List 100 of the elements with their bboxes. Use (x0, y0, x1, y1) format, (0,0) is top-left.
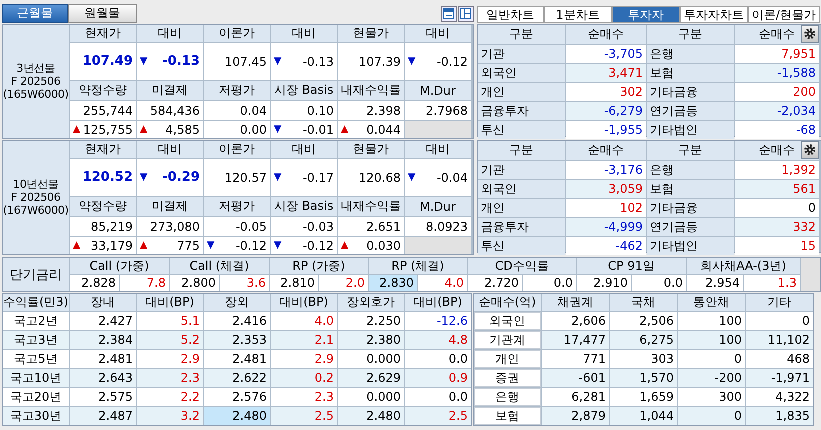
row-label: 은행 (474, 388, 541, 406)
table-cell: 0.030 (366, 238, 401, 252)
row-label: 국고3년 (3, 331, 69, 349)
table-cell: 2.800 (170, 275, 219, 291)
settings-button[interactable] (801, 141, 819, 159)
window-icon[interactable] (441, 6, 457, 22)
tab[interactable]: 근월물 (2, 4, 68, 23)
table-cell: 2.651 (338, 217, 404, 236)
table-cell: 0.000 (338, 388, 404, 406)
settings-button[interactable] (801, 25, 819, 43)
tab[interactable]: 투자자차트 (680, 6, 748, 23)
table-cell: 0.0 (632, 275, 686, 291)
table-cell: 6,275 (610, 331, 677, 349)
table-cell: 0.0 (405, 388, 471, 406)
table-cell: 3.2 (137, 407, 203, 425)
table-cell: 2.481 (204, 350, 270, 368)
table-cell: 0 (678, 407, 745, 425)
down-triangle-icon: ▼ (140, 172, 148, 183)
table-cell: 2.250 (338, 312, 404, 330)
table-cell: 2.720 (468, 275, 522, 291)
row-label: 투신 (478, 121, 565, 139)
table-cell: 2.629 (338, 369, 404, 387)
table-cell: 2,506 (610, 312, 677, 330)
table-cell: 2.353 (204, 331, 270, 349)
column-header: 대비 (405, 25, 471, 42)
row-label: 보험 (474, 407, 541, 425)
down-triangle-icon: ▼ (140, 56, 148, 67)
table-cell: 775 (177, 238, 200, 252)
column-header: 대비(BP) (137, 294, 203, 311)
tab[interactable]: 이론/현물가 (748, 6, 820, 23)
row-label: 개인 (474, 350, 541, 368)
column-header: 대비 (405, 141, 471, 158)
table-cell: -6,279 (566, 102, 646, 120)
table-cell: 2,606 (542, 312, 609, 330)
table-cell: -3,176 (566, 161, 646, 179)
row-label: 국고10년 (3, 369, 69, 387)
column-header: 저평가 (204, 81, 270, 100)
price-value: -0.13 (162, 54, 200, 69)
contract-code: (167W6000) (3, 204, 69, 217)
row-label: 연기금등 (647, 218, 734, 236)
row-label: 기타금융 (647, 83, 734, 101)
tab[interactable]: 일반차트 (477, 6, 544, 23)
table-cell: 2.643 (70, 369, 136, 387)
table-cell: -0.03 (271, 217, 337, 236)
tab[interactable]: 1분차트 (544, 6, 612, 23)
column-header: 채권계 (542, 294, 609, 311)
column-header: 순매수 (566, 25, 646, 44)
contract-name: 10년선물 (13, 178, 59, 191)
split-view-icon[interactable] (458, 6, 474, 22)
table-cell: 8.0923 (405, 217, 471, 236)
table-cell: 2.9 (271, 350, 337, 368)
table-cell: 468 (746, 350, 813, 368)
row-label: 보험 (647, 180, 734, 198)
column-header: 내재수익률 (338, 197, 404, 216)
table-cell: -68 (735, 121, 819, 139)
table-cell: 0.000 (338, 350, 404, 368)
tab[interactable]: 투자자 (612, 6, 680, 23)
row-label: 투신 (478, 237, 565, 255)
table-cell: 100 (678, 331, 745, 349)
price-value: -0.13 (302, 54, 334, 68)
table-cell: 0.044 (366, 122, 401, 136)
price-value: 107.39 (359, 54, 401, 68)
column-header: 현물가 (338, 141, 404, 158)
column-header: 순매수 (566, 141, 646, 160)
table-cell: 100 (678, 312, 745, 330)
column-header: 대비 (271, 141, 337, 158)
table-cell: 303 (610, 350, 677, 368)
price-value: -0.17 (302, 170, 334, 184)
down-triangle-icon: ▼ (207, 240, 215, 251)
table-cell: 11,102 (746, 331, 813, 349)
table-cell: 2.416 (204, 312, 270, 330)
table-cell: -0.12 (236, 238, 267, 252)
table-cell: -0.01 (302, 122, 334, 136)
table-cell: 4.0 (418, 275, 467, 291)
table-cell: 1,044 (610, 407, 677, 425)
tab[interactable]: 원월물 (68, 4, 137, 23)
table-cell: 3,471 (566, 64, 646, 82)
table-cell: 300 (678, 388, 745, 406)
column-header: M.Dur (405, 197, 471, 216)
column-header: 대비 (137, 141, 203, 158)
column-header: RP (체결) (369, 258, 467, 274)
row-label: 국고2년 (3, 312, 69, 330)
column-header: 수익률(민3) (3, 294, 69, 311)
column-header: CP 91일 (577, 258, 686, 274)
column-header: 순매수(억) (474, 294, 541, 311)
column-header: 국채 (610, 294, 677, 311)
down-triangle-icon: ▼ (274, 172, 282, 183)
contract-month: F 202506 (11, 191, 61, 204)
row-label: 국고20년 (3, 388, 69, 406)
table-cell: 17,477 (542, 331, 609, 349)
row-label: 외국인 (478, 180, 565, 198)
column-header: CD수익률 (468, 258, 576, 274)
column-header: 구분 (478, 25, 565, 44)
price-value: 107.45 (225, 54, 267, 68)
table-cell: 2.480 (338, 407, 404, 425)
empty-cell (801, 258, 820, 291)
table-cell: 561 (735, 180, 819, 198)
table-cell: -1,971 (746, 369, 813, 387)
table-cell: 5.1 (137, 312, 203, 330)
table-cell: 4,585 (166, 122, 200, 136)
